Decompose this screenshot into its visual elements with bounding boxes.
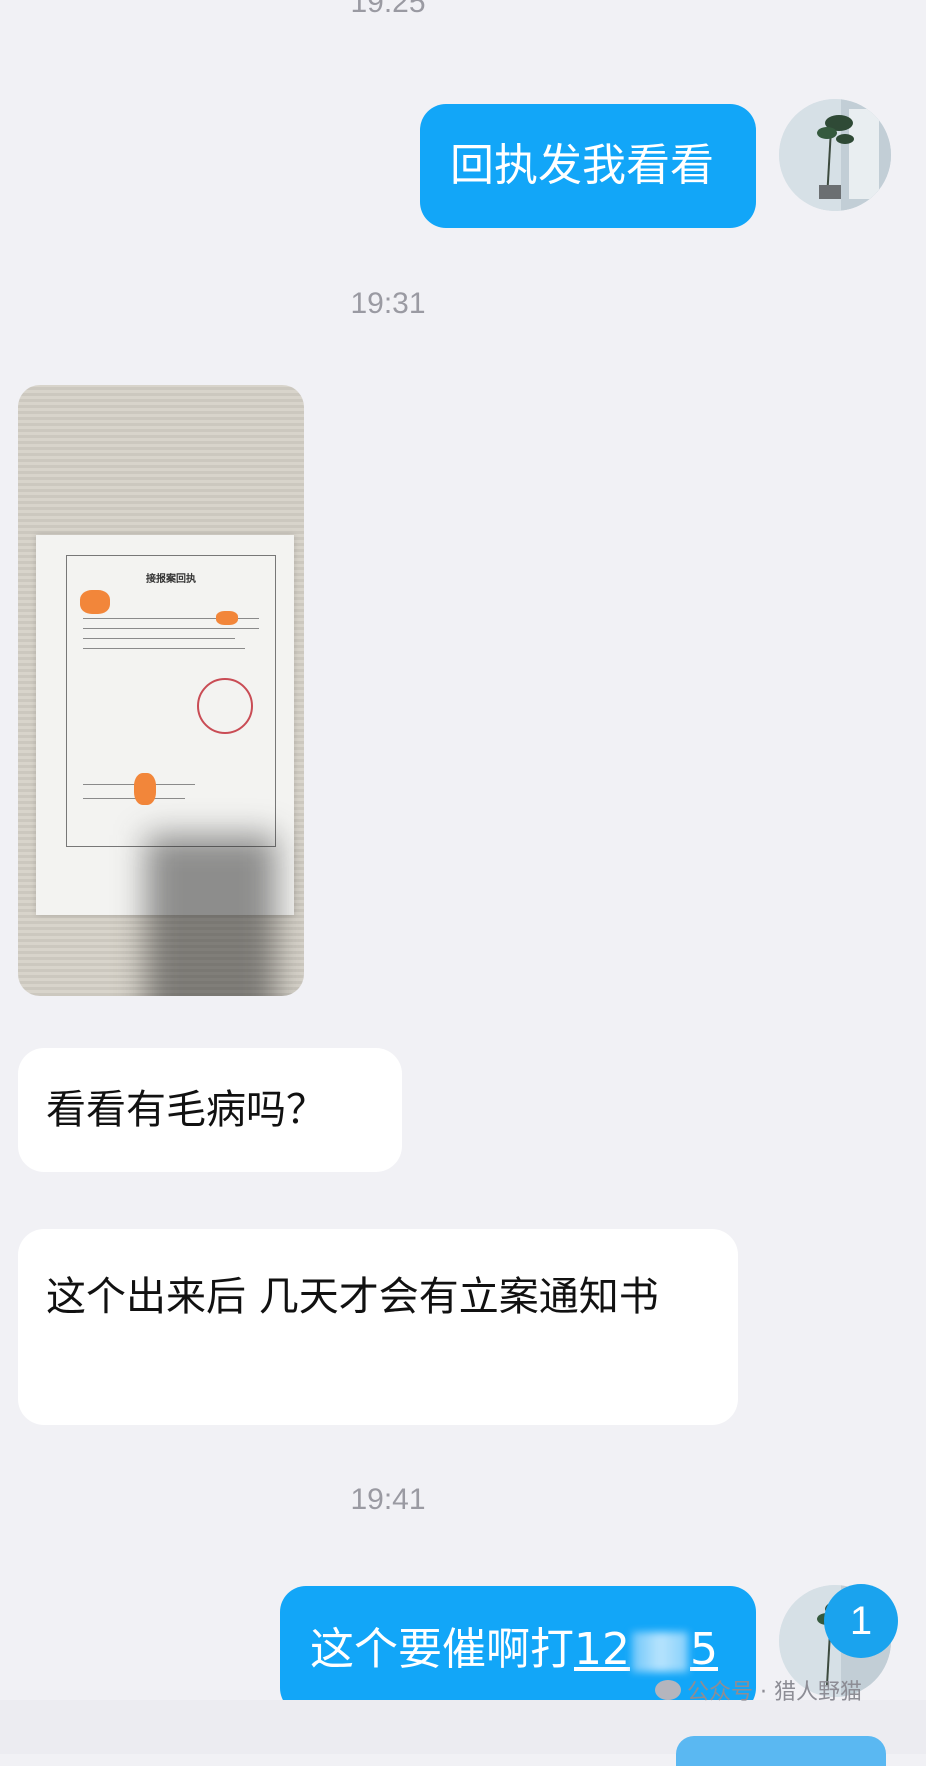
- blurred-digits: [632, 1632, 688, 1672]
- receipt-text-line: [83, 628, 259, 629]
- receipt-title: 接报案回执: [146, 574, 196, 585]
- avatar[interactable]: [779, 99, 891, 211]
- unread-badge[interactable]: 1: [824, 1584, 898, 1658]
- message-text: 这个出来后 几天才会有立案通知书: [46, 1274, 659, 1320]
- message-image-receipt[interactable]: 接报案回执: [18, 385, 304, 996]
- shadow: [146, 835, 276, 996]
- message-text: 这个要催啊打: [310, 1624, 574, 1675]
- message-bubble-outgoing-partial[interactable]: [676, 1736, 886, 1766]
- redaction-mark: [216, 611, 238, 625]
- message-bubble-incoming[interactable]: 这个出来后 几天才会有立案通知书: [18, 1229, 738, 1425]
- timestamp: 19:31: [350, 287, 426, 320]
- redaction-mark: [134, 773, 156, 805]
- message-text: 看看有毛病吗？: [46, 1087, 326, 1133]
- receipt-document: 接报案回执: [36, 535, 294, 996]
- message-bubble-outgoing[interactable]: 回执发我看看: [420, 104, 756, 228]
- timestamp: 19:25: [350, 0, 426, 19]
- watermark: 公众号 · 猎人野猫: [655, 1674, 862, 1706]
- receipt-text-line: [83, 648, 245, 649]
- watermark-text: 公众号 · 猎人野猫: [687, 1680, 862, 1705]
- message-text: 回执发我看看: [450, 140, 714, 191]
- avatar-plant-icon: [779, 99, 891, 211]
- red-seal-icon: [197, 678, 253, 734]
- wechat-icon: [655, 1680, 681, 1700]
- redaction-mark: [80, 590, 110, 614]
- receipt-text-line: [83, 798, 185, 799]
- phone-link[interactable]: 12 5: [574, 1624, 718, 1675]
- timestamp: 19:41: [350, 1483, 426, 1516]
- receipt-text-line: [83, 638, 235, 639]
- message-bubble-incoming[interactable]: 看看有毛病吗？: [18, 1048, 402, 1172]
